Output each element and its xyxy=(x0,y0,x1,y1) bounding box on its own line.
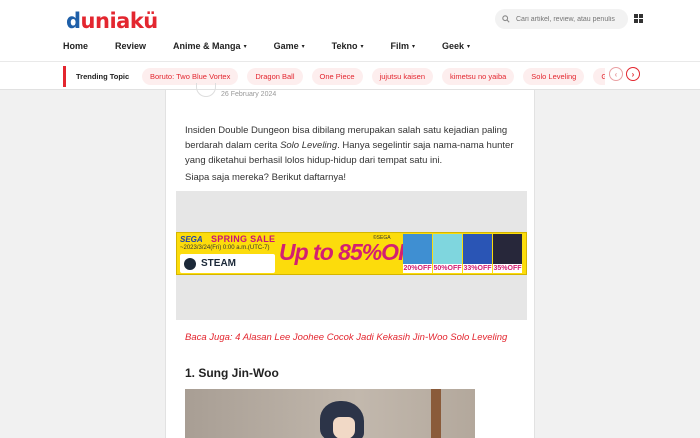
grid-cell xyxy=(634,14,638,18)
nav-label: Geek xyxy=(442,41,465,51)
nav-film[interactable]: Film ▾ xyxy=(390,41,415,51)
logo-first-letter: d xyxy=(66,9,81,33)
trending-prev-button[interactable]: ‹ xyxy=(609,67,623,81)
article-paragraph: Siapa saja mereka? Berikut daftarnya! xyxy=(185,172,347,183)
trending-chip[interactable]: Godzilla x Kong xyxy=(593,68,605,85)
banner-steam-badge: STEAM xyxy=(180,254,275,273)
trending-next-button[interactable]: › xyxy=(626,67,640,81)
banner-sega-logo: SEGA xyxy=(180,235,203,244)
ad-container: SEGA SPRING SALE ~2023/3/24(Fri) 0:00 a.… xyxy=(176,191,527,320)
chevron-down-icon: ▾ xyxy=(243,43,247,50)
nav-home[interactable]: Home xyxy=(63,41,88,51)
trending-chip[interactable]: jujutsu kaisen xyxy=(371,68,434,85)
game-tile: 50%OFF xyxy=(433,234,462,273)
chevron-down-icon: ▾ xyxy=(360,43,364,50)
sega-sale-banner[interactable]: SEGA SPRING SALE ~2023/3/24(Fri) 0:00 a.… xyxy=(176,232,527,275)
grid-cell xyxy=(634,19,638,23)
article-image xyxy=(185,389,475,438)
nav-game[interactable]: Game ▾ xyxy=(274,41,305,51)
trending-chip[interactable]: kimetsu no yaiba xyxy=(442,68,515,85)
search-box[interactable] xyxy=(495,9,628,29)
apps-grid-icon[interactable] xyxy=(634,14,643,23)
trending-chip[interactable]: Solo Leveling xyxy=(523,68,585,85)
tile-discount: 33%OFF xyxy=(463,264,492,273)
site-header: duniakü Home Review Anime & Manga▾ Game▾… xyxy=(0,0,700,61)
chevron-right-icon: › xyxy=(631,69,635,79)
read-also-link[interactable]: Baca Juga: 4 Alasan Lee Joohee Cocok Jad… xyxy=(185,330,515,345)
tile-discount: 20%OFF xyxy=(403,264,432,273)
game-tile: 35%OFF xyxy=(493,234,522,273)
author-avatar[interactable] xyxy=(196,83,216,97)
trending-chip[interactable]: Dragon Ball xyxy=(247,68,303,85)
trending-accent-bar xyxy=(63,66,66,87)
trending-chip[interactable]: Boruto: Two Blue Vortex xyxy=(142,68,239,85)
game-tile: 20%OFF xyxy=(403,234,432,273)
nav-label: Film xyxy=(390,41,409,51)
logo-rest: uniakü xyxy=(80,9,159,33)
banner-spring-sale: SPRING SALE xyxy=(211,234,276,244)
grid-cell xyxy=(639,19,643,23)
chevron-left-icon: ‹ xyxy=(614,69,618,79)
tile-discount: 50%OFF xyxy=(433,264,462,273)
image-character-face xyxy=(333,417,355,438)
nav-label: Review xyxy=(115,41,147,51)
tile-discount: 35%OFF xyxy=(493,264,522,273)
steam-icon xyxy=(184,257,196,270)
banner-game-tiles: 20%OFF 50%OFF 33%OFF 35%OFF xyxy=(403,234,523,273)
article-paragraph: Insiden Double Dungeon bisa dibilang mer… xyxy=(185,123,515,168)
nav-label: Home xyxy=(63,41,89,51)
site-logo[interactable]: duniakü xyxy=(66,9,158,33)
nav-label: Anime & Manga xyxy=(173,41,241,51)
trending-bar: Trending Topic Boruto: Two Blue Vortex D… xyxy=(0,61,700,90)
banner-copyright: ©SEGA xyxy=(373,235,391,241)
publish-date: 26 February 2024 xyxy=(221,91,277,98)
nav-review[interactable]: Review xyxy=(115,41,146,51)
chevron-down-icon: ▾ xyxy=(411,43,415,50)
nav-label: Game xyxy=(273,41,299,51)
banner-steam-text: STEAM xyxy=(201,258,236,269)
game-tile: 33%OFF xyxy=(463,234,492,273)
image-door-frame xyxy=(431,389,441,438)
article-body: 26 February 2024 Insiden Double Dungeon … xyxy=(165,83,535,438)
nav-tekno[interactable]: Tekno ▾ xyxy=(332,41,364,51)
chevron-down-icon: ▾ xyxy=(301,43,305,50)
search-input[interactable] xyxy=(516,15,626,23)
paragraph-italic: Solo Leveling xyxy=(280,140,338,151)
main-nav: Home Review Anime & Manga ▾ Game ▾ Tekno ▾ … xyxy=(63,40,497,52)
trending-chip[interactable]: One Piece xyxy=(311,68,363,85)
banner-date: ~2023/3/24(Fri) 0:00 a.m.(UTC-7) xyxy=(180,245,270,251)
section-heading: 1. Sung Jin-Woo xyxy=(185,366,279,380)
nav-anime-manga[interactable]: Anime & Manga ▾ xyxy=(173,41,247,51)
nav-label: Tekno xyxy=(331,41,358,51)
grid-cell xyxy=(639,14,643,18)
search-icon xyxy=(502,15,510,23)
nav-geek[interactable]: Geek ▾ xyxy=(442,41,470,51)
trending-label: Trending Topic xyxy=(76,72,130,81)
chevron-down-icon: ▾ xyxy=(467,43,471,50)
